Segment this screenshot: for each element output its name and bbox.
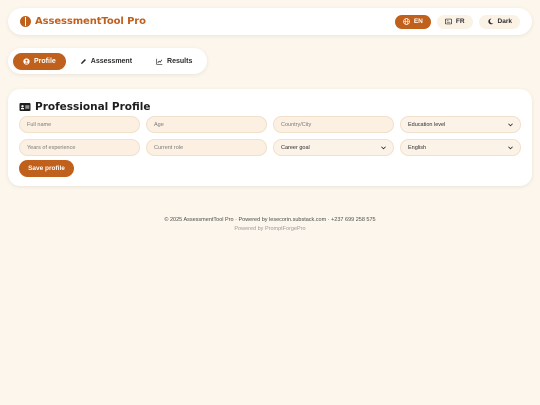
education-select[interactable]: Education level	[400, 116, 521, 133]
brain-icon	[20, 16, 31, 27]
brand-name: AssessmentTool Pro	[35, 16, 146, 27]
chevron-down-icon	[381, 145, 386, 149]
tab-results-label: Results	[167, 57, 193, 65]
experience-input[interactable]: Years of experience	[19, 139, 140, 156]
lang-en-label: EN	[413, 18, 423, 25]
career-goal-value: Career goal	[281, 144, 310, 151]
moon-icon	[487, 18, 493, 25]
form-row-2: Years of experience Current role Career …	[19, 139, 521, 156]
save-profile-button[interactable]: Save profile	[19, 160, 74, 177]
tab-profile[interactable]: Profile	[13, 52, 66, 70]
lang-fr-label: FR	[455, 18, 465, 25]
globe-icon	[403, 18, 410, 25]
age-input[interactable]: Age	[146, 116, 267, 133]
footer: © 2025 AssessmentTool Pro · Powered by l…	[0, 216, 540, 234]
lang-fr-button[interactable]: FR	[436, 14, 473, 29]
chart-line-icon	[156, 58, 163, 65]
age-placeholder: Age	[154, 121, 164, 128]
tab-bar: Profile Assessment Results	[8, 48, 207, 74]
language-value: English	[408, 144, 427, 151]
profile-title-text: Professional Profile	[35, 101, 151, 113]
tab-assessment[interactable]: Assessment	[70, 53, 142, 70]
tab-results[interactable]: Results	[146, 53, 202, 70]
career-goal-select[interactable]: Career goal	[273, 139, 394, 156]
full-name-input[interactable]: Full name	[19, 116, 140, 133]
form-row-1: Full name Age Country/City Education lev…	[19, 116, 521, 133]
theme-toggle-button[interactable]: Dark	[478, 14, 520, 29]
tab-assessment-label: Assessment	[90, 57, 133, 65]
location-placeholder: Country/City	[281, 121, 312, 128]
profile-title: Professional Profile	[19, 100, 521, 114]
brand[interactable]: AssessmentTool Pro	[20, 16, 146, 27]
experience-placeholder: Years of experience	[27, 144, 76, 151]
top-bar: AssessmentTool Pro EN FR Dark	[8, 8, 532, 35]
location-input[interactable]: Country/City	[273, 116, 394, 133]
pencil-icon	[80, 58, 86, 64]
tab-profile-label: Profile	[34, 57, 56, 65]
current-role-placeholder: Current role	[154, 144, 184, 151]
chevron-down-icon	[508, 122, 513, 126]
profile-card: Professional Profile Full name Age Count…	[8, 89, 532, 186]
chevron-down-icon	[508, 145, 513, 149]
full-name-placeholder: Full name	[27, 121, 52, 128]
footer-copyright: © 2025 AssessmentTool Pro · Powered by l…	[164, 217, 376, 223]
language-select[interactable]: English	[400, 139, 521, 156]
education-value: Education level	[408, 121, 446, 128]
theme-label: Dark	[497, 18, 512, 25]
id-card-icon	[19, 103, 31, 111]
current-role-input[interactable]: Current role	[146, 139, 267, 156]
top-actions: EN FR Dark	[394, 14, 520, 29]
user-circle-icon	[23, 57, 30, 65]
language-icon	[444, 18, 452, 25]
lang-en-button[interactable]: EN	[394, 14, 431, 29]
footer-powered-by[interactable]: Powered by PromptForgePro	[0, 225, 540, 234]
